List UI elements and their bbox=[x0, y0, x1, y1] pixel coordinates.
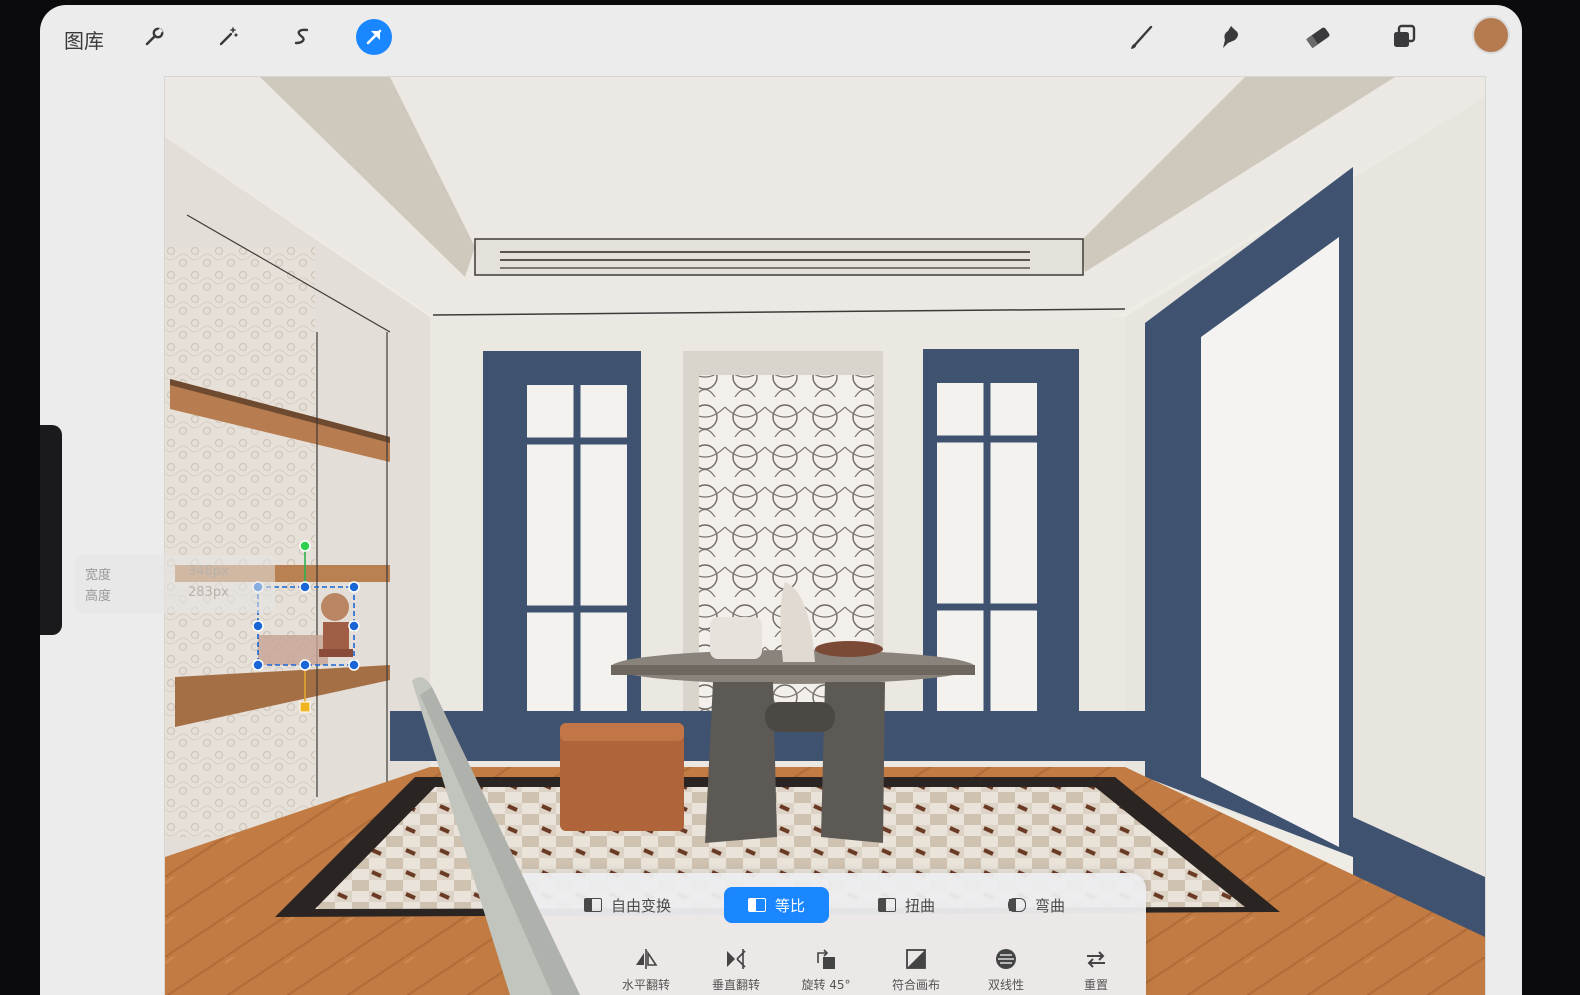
ipad-screen: 图库 宽度 348px 高度 283px 自由变换 等比 扭曲 弯曲 水平翻转 … bbox=[40, 5, 1522, 995]
mode-warp[interactable]: 弯曲 bbox=[1008, 887, 1065, 923]
width-row: 宽度 348px bbox=[85, 564, 229, 583]
height-value: 283px bbox=[188, 585, 229, 600]
smudge-icon[interactable] bbox=[1212, 19, 1248, 55]
reset-icon bbox=[1087, 951, 1105, 968]
wrench-icon[interactable] bbox=[136, 19, 172, 55]
flip-vertical-button[interactable]: 垂直翻转 bbox=[696, 947, 776, 993]
height-label: 高度 bbox=[85, 589, 112, 604]
flip-vertical-label: 垂直翻转 bbox=[711, 978, 760, 992]
flip-horizontal-icon bbox=[636, 949, 658, 969]
flip-vertical-icon bbox=[727, 949, 746, 969]
mode-freeform[interactable]: 自由变换 bbox=[584, 887, 671, 923]
gallery-button[interactable]: 图库 bbox=[64, 25, 104, 54]
width-label: 宽度 bbox=[85, 568, 112, 583]
magic-wand-icon[interactable] bbox=[210, 19, 246, 55]
reset-button[interactable]: 重置 bbox=[1056, 947, 1136, 993]
reset-label: 重置 bbox=[1083, 978, 1108, 992]
rotate-icon bbox=[817, 949, 835, 969]
eraser-icon[interactable] bbox=[1300, 19, 1336, 55]
device-edge bbox=[40, 425, 62, 635]
height-row: 高度 283px bbox=[85, 585, 229, 604]
selection-icon[interactable] bbox=[284, 19, 320, 55]
freeform-icon bbox=[584, 898, 602, 912]
uniform-icon bbox=[748, 898, 766, 912]
bilinear-button[interactable]: 双线性 bbox=[966, 947, 1046, 993]
transform-arrow-icon[interactable] bbox=[356, 19, 392, 55]
dimension-readout: 宽度 348px 高度 283px bbox=[75, 555, 275, 613]
drawing-canvas[interactable] bbox=[165, 77, 1485, 995]
fit-canvas-button[interactable]: 符合画布 bbox=[876, 947, 956, 993]
room-illustration bbox=[165, 77, 1485, 995]
bilinear-label: 双线性 bbox=[987, 978, 1024, 992]
flip-horizontal-label: 水平翻转 bbox=[621, 978, 670, 992]
transform-panel: 自由变换 等比 扭曲 弯曲 水平翻转 垂直翻转 旋转 45° 符合画布 双线性 … bbox=[510, 873, 1146, 995]
width-value: 348px bbox=[188, 564, 229, 579]
distort-icon bbox=[878, 898, 896, 912]
layers-icon[interactable] bbox=[1386, 19, 1422, 55]
brush-icon[interactable] bbox=[1124, 19, 1160, 55]
flip-horizontal-button[interactable]: 水平翻转 bbox=[606, 947, 686, 993]
color-swatch[interactable] bbox=[1474, 18, 1508, 52]
fit-canvas-icon bbox=[906, 949, 926, 969]
rotate-45-button[interactable]: 旋转 45° bbox=[786, 947, 866, 993]
bilinear-icon bbox=[996, 949, 1016, 969]
fit-canvas-label: 符合画布 bbox=[891, 978, 940, 992]
warp-icon bbox=[1008, 898, 1026, 912]
mode-uniform[interactable]: 等比 bbox=[724, 887, 830, 923]
rotate-45-label: 旋转 45° bbox=[801, 978, 851, 992]
top-toolbar: 图库 bbox=[40, 5, 1522, 67]
mode-distort[interactable]: 扭曲 bbox=[878, 887, 935, 923]
